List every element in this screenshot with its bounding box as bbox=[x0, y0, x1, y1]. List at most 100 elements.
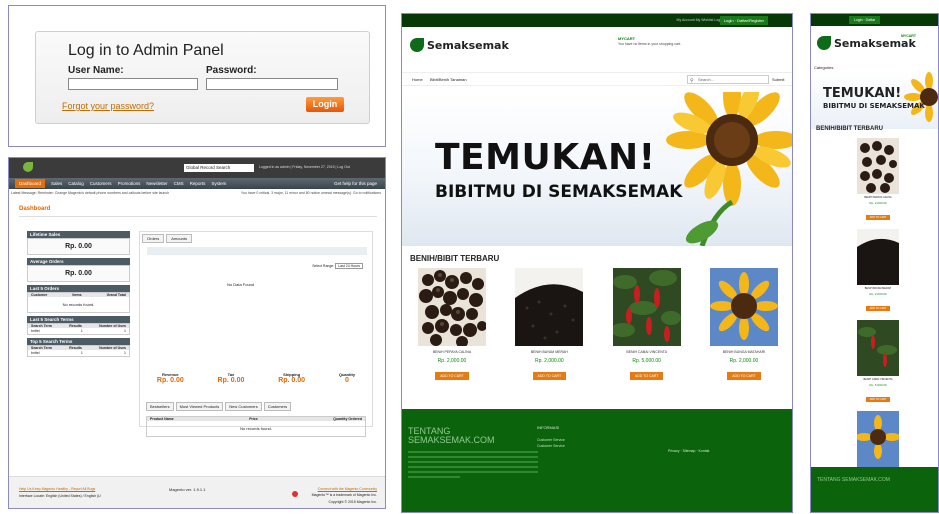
list-item[interactable]: BENIH PEPAYA CALINA Rp. 2,000.00 ADD TO … bbox=[857, 138, 899, 223]
col-price[interactable]: Price bbox=[249, 417, 258, 421]
footer-text-block bbox=[408, 451, 538, 481]
product-name[interactable]: BENIH CABAI VINCENTA bbox=[857, 378, 899, 381]
nav-system[interactable]: System bbox=[211, 181, 226, 186]
total-value: 0 bbox=[345, 377, 349, 384]
nav-home[interactable]: Home bbox=[412, 77, 423, 82]
login-register-button[interactable]: Login · Daftar/Register bbox=[719, 16, 768, 25]
hero-banner[interactable]: TEMUKAN! BIBITMU DI SEMAKSEMAK bbox=[402, 92, 792, 246]
magento-version: Magento ver. 1.9.1.1 bbox=[169, 487, 206, 492]
table-row[interactable]: bnttel 1 1 bbox=[28, 350, 129, 356]
nav-category[interactable]: Bibit/Benih Tanaman bbox=[430, 77, 467, 82]
mobile-logo[interactable]: Semaksemak bbox=[817, 36, 916, 50]
nav-newsletter[interactable]: Newsletter bbox=[146, 181, 167, 186]
product-name[interactable]: BENIH PEPAYA CALINA bbox=[857, 196, 899, 199]
tab-most-viewed[interactable]: Most Viewed Products bbox=[175, 402, 224, 411]
seed-image[interactable] bbox=[857, 138, 899, 194]
add-to-cart-button[interactable]: ADD TO CART bbox=[435, 372, 469, 380]
list-item[interactable]: BENIH CABAI VINCENTA Rp. 5,000.00 ADD TO… bbox=[857, 320, 899, 405]
global-search-input[interactable]: Global Record Search bbox=[184, 164, 254, 172]
add-to-cart-button[interactable]: ADD TO CART bbox=[727, 372, 761, 380]
product-card[interactable]: BENIH BUNGA MATAHARI Rp. 2,000.00 ADD TO… bbox=[709, 268, 778, 382]
product-name[interactable]: BENIH BUNGA MATAHARI bbox=[710, 350, 778, 354]
store-topbar: My Account My Wishlist Log In Login · Da… bbox=[402, 14, 792, 27]
tab-bestsellers[interactable]: Bestsellers bbox=[146, 402, 174, 411]
forgot-password-link[interactable]: Forgot your password? bbox=[62, 101, 154, 111]
mobile-mycart[interactable]: MYCART bbox=[901, 34, 916, 38]
sunflower-image[interactable] bbox=[857, 411, 899, 467]
password-input[interactable] bbox=[206, 78, 338, 90]
footer-bottom-links[interactable]: Privacy · Sitemap · Kontak bbox=[668, 449, 709, 453]
mobile-login-button[interactable]: Login · Daftar bbox=[849, 16, 881, 24]
nav-reports[interactable]: Reports bbox=[190, 181, 206, 186]
store-logo[interactable]: Semaksemak bbox=[410, 38, 509, 52]
product-name[interactable]: BENIH PEPAYA CALINA bbox=[418, 350, 486, 354]
cell-uses: 1 bbox=[124, 351, 126, 355]
product-card[interactable]: BENIH CABAI VINCENTA Rp. 5,000.00 ADD TO… bbox=[612, 268, 681, 382]
nav-sales[interactable]: Sales bbox=[51, 181, 62, 186]
col-grand-total[interactable]: Grand Total bbox=[107, 293, 126, 297]
login-box: Log in to Admin Panel User Name: Passwor… bbox=[35, 31, 370, 124]
col-uses[interactable]: Number of Uses bbox=[99, 346, 126, 350]
add-to-cart-button[interactable]: ADD TO CART bbox=[865, 306, 891, 311]
notice-right[interactable]: You have 0 critical, 3 major, 11 minor a… bbox=[241, 191, 381, 195]
mycart-title[interactable]: MYCART bbox=[618, 36, 635, 41]
nav-catalog[interactable]: Catalog bbox=[68, 181, 84, 186]
col-items[interactable]: Items bbox=[72, 293, 81, 297]
admin-nav: Dashboard Sales Catalog Customers Promot… bbox=[9, 178, 385, 189]
hero-title: TEMUKAN! bbox=[435, 137, 656, 178]
mobile-categories[interactable]: Categories bbox=[814, 65, 833, 70]
community-link[interactable]: Connect with the Magento Community bbox=[318, 487, 377, 491]
tab-orders[interactable]: Orders bbox=[142, 234, 165, 243]
col-product-name[interactable]: Product Name bbox=[150, 417, 174, 421]
locale-select[interactable]: Interface Locale: English (United States… bbox=[19, 494, 101, 498]
submit-button[interactable]: Submit bbox=[772, 77, 784, 82]
add-to-cart-button[interactable]: ADD TO CART bbox=[629, 372, 664, 380]
col-search-term[interactable]: Search Term bbox=[31, 324, 52, 328]
list-item[interactable]: BENIH BAYAM MERAH Rp. 2,000.00 ADD TO CA… bbox=[857, 229, 899, 314]
help-link[interactable]: Get help for this page bbox=[334, 181, 377, 186]
account-links[interactable]: My Account My Wishlist Log In bbox=[677, 18, 724, 22]
login-button[interactable]: Login bbox=[306, 97, 344, 112]
chart-header-bar bbox=[147, 247, 367, 255]
report-bugs-link[interactable]: Help Us Keep Magento Healthy - Report Al… bbox=[19, 487, 95, 491]
col-customer[interactable]: Customer bbox=[31, 293, 47, 297]
add-to-cart-button[interactable]: ADD TO CART bbox=[865, 397, 891, 402]
nav-customers[interactable]: Customers bbox=[90, 181, 112, 186]
seed-image[interactable] bbox=[418, 268, 486, 346]
seed-image[interactable] bbox=[857, 229, 899, 285]
product-card[interactable]: BENIH BAYAM MERAH Rp. 2,000.00 ADD TO CA… bbox=[515, 268, 584, 382]
product-price: Rp. 2,000.00 bbox=[437, 358, 467, 364]
col-qty-ordered[interactable]: Quantity Ordered bbox=[333, 417, 362, 421]
product-name[interactable]: BENIH BAYAM MERAH bbox=[515, 350, 583, 354]
sunflower-image[interactable] bbox=[709, 268, 778, 346]
seed-image[interactable] bbox=[857, 320, 899, 376]
col-uses[interactable]: Number of Uses bbox=[99, 324, 126, 328]
col-search-term[interactable]: Search Term bbox=[31, 346, 52, 350]
product-card[interactable]: BENIH PEPAYA CALINA Rp. 2,000.00 ADD TO … bbox=[418, 268, 486, 382]
tab-customers[interactable]: Customers bbox=[263, 402, 292, 411]
nav-promotions[interactable]: Promotions bbox=[118, 181, 141, 186]
mobile-footer: TENTANG SEMAKSEMAK.COM bbox=[811, 467, 938, 512]
search-input[interactable]: ⚲ Search... bbox=[687, 75, 769, 84]
select-range-label: Select Range: bbox=[312, 264, 335, 268]
nav-dashboard[interactable]: Dashboard bbox=[15, 179, 46, 188]
col-results[interactable]: Results bbox=[69, 324, 82, 328]
login-panel-screenshot: Log in to Admin Panel User Name: Passwor… bbox=[8, 5, 386, 147]
product-name[interactable]: BENIH CABAI VINCENTA bbox=[613, 350, 681, 354]
mycart-text: You have no items in your shopping cart. bbox=[618, 42, 682, 46]
username-input[interactable] bbox=[68, 78, 198, 90]
mobile-hero[interactable]: TEMUKAN! BIBITMU DI SEMAKSEMAK bbox=[811, 71, 938, 129]
product-name[interactable]: BENIH BAYAM MERAH bbox=[857, 287, 899, 290]
seed-image[interactable] bbox=[515, 268, 584, 346]
add-to-cart-button[interactable]: ADD TO CART bbox=[865, 215, 891, 220]
table-row[interactable]: bnttel 1 1 bbox=[28, 328, 129, 334]
seed-image[interactable] bbox=[612, 268, 681, 346]
footer-link[interactable]: Customer Service bbox=[537, 443, 565, 449]
select-range-dropdown[interactable]: Last 24 Hours bbox=[335, 263, 363, 269]
product-price: Rp. 5,000.00 bbox=[632, 358, 661, 364]
tab-new-customers[interactable]: New Customers bbox=[225, 402, 262, 411]
nav-cms[interactable]: CMS bbox=[174, 181, 184, 186]
col-results[interactable]: Results bbox=[69, 346, 82, 350]
add-to-cart-button[interactable]: ADD TO CART bbox=[532, 372, 567, 380]
tab-amounts[interactable]: Amounts bbox=[166, 234, 193, 243]
